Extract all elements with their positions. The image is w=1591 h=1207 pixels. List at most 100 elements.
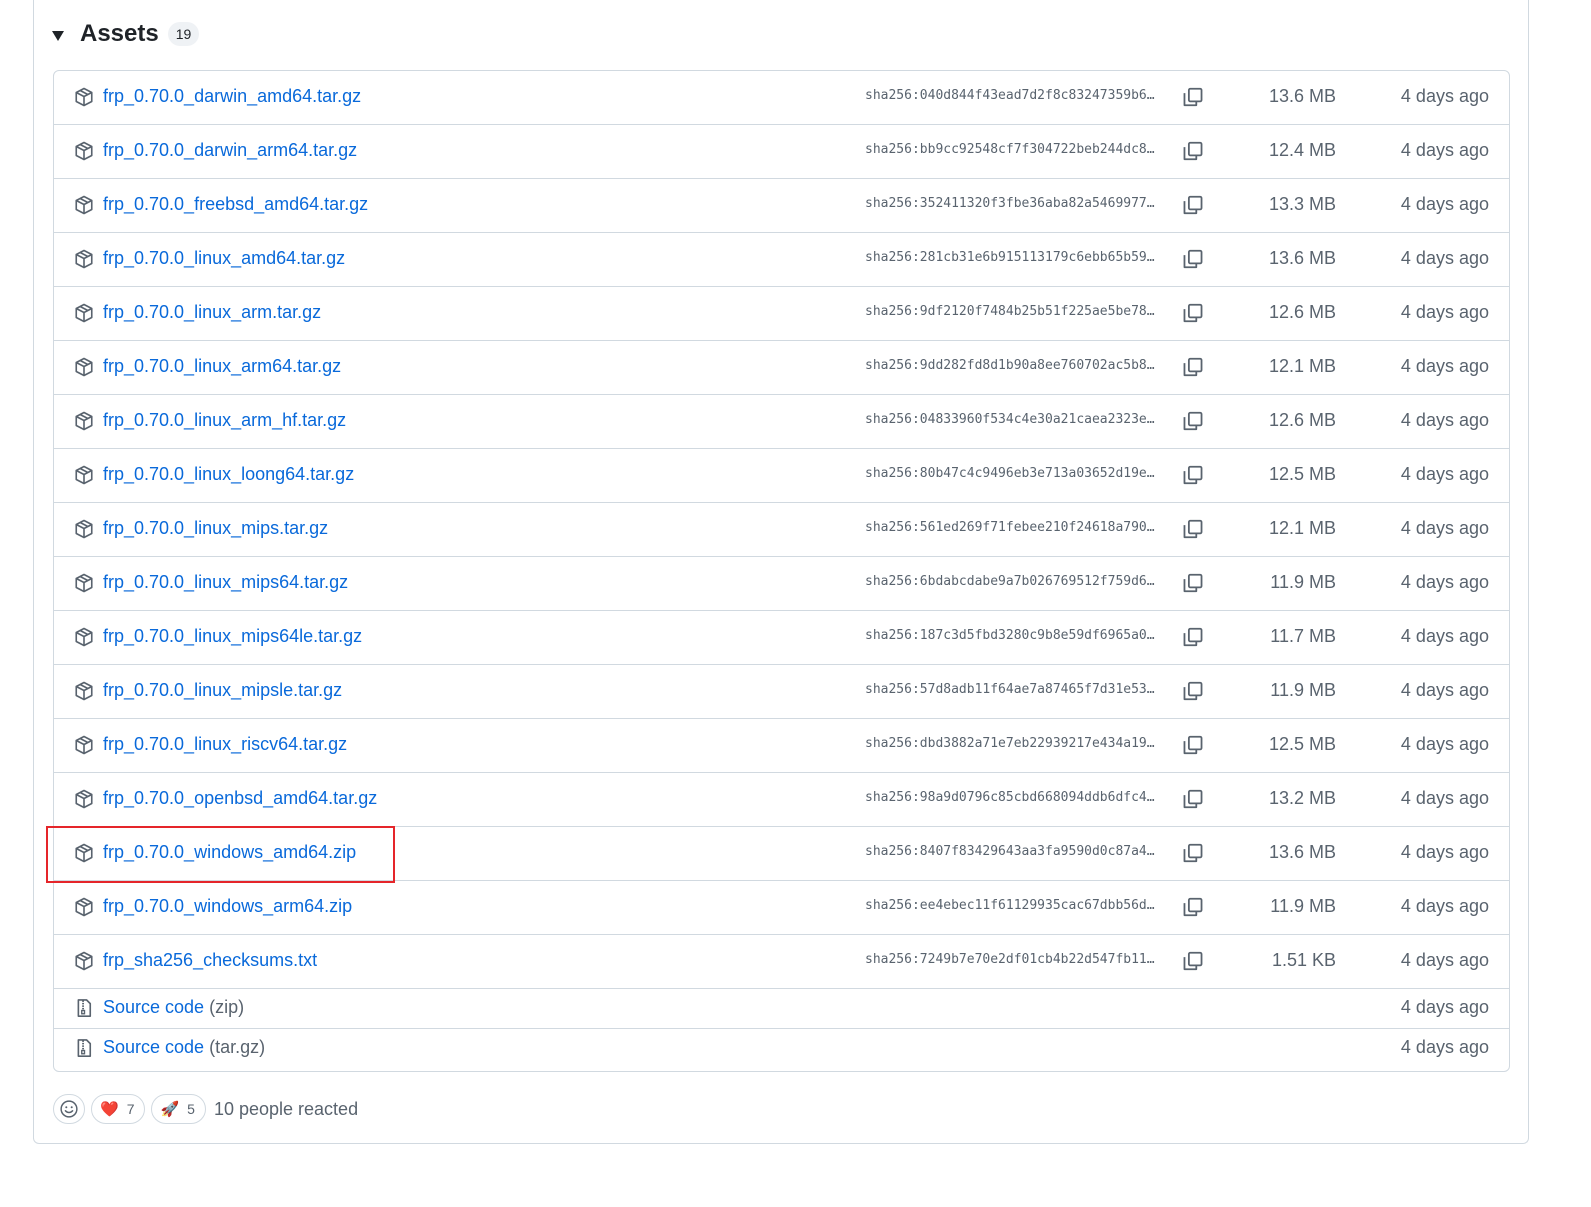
asset-date: 4 days ago	[1400, 518, 1489, 538]
copy-icon[interactable]	[1182, 626, 1204, 648]
copy-icon[interactable]	[1182, 896, 1204, 918]
asset-link[interactable]: frp_0.70.0_darwin_amd64.tar.gz	[103, 86, 361, 107]
heart-reaction-button[interactable]: ❤️ 7	[91, 1094, 146, 1124]
asset-link[interactable]: frp_0.70.0_freebsd_amd64.tar.gz	[103, 194, 368, 215]
asset-size: 11.9 MB	[1270, 680, 1336, 700]
package-icon	[74, 843, 94, 863]
copy-icon[interactable]	[1182, 302, 1204, 324]
rocket-reaction-button[interactable]: 🚀 5	[151, 1094, 206, 1124]
asset-row: frp_0.70.0_windows_arm64.zip sha256:ee4eb…	[54, 881, 1509, 935]
asset-date: 4 days ago	[1400, 302, 1489, 322]
assets-toggle[interactable]: Assets 19	[52, 18, 200, 50]
asset-size: 12.5 MB	[1268, 464, 1336, 484]
source-code-label: Source code	[103, 1037, 205, 1057]
asset-size: 12.6 MB	[1268, 302, 1336, 322]
asset-link[interactable]: frp_0.70.0_windows_amd64.zip	[103, 842, 356, 863]
asset-row: frp_0.70.0_linux_mips.tar.gz sha256:561ed…	[54, 503, 1509, 557]
asset-size: 1.51 KB	[1271, 950, 1336, 970]
copy-icon[interactable]	[1182, 464, 1204, 486]
asset-date: 4 days ago	[1400, 734, 1489, 754]
asset-date: 4 days ago	[1400, 626, 1489, 646]
asset-link[interactable]: frp_0.70.0_linux_mipsle.tar.gz	[103, 680, 342, 701]
asset-date: 4 days ago	[1400, 194, 1489, 214]
asset-row: frp_0.70.0_linux_arm.tar.gz sha256:9df212…	[54, 287, 1509, 341]
package-icon	[74, 789, 94, 809]
package-icon	[74, 519, 94, 539]
asset-date: 4 days ago	[1400, 464, 1489, 484]
asset-link[interactable]: frp_0.70.0_linux_arm.tar.gz	[103, 302, 321, 323]
assets-count-badge: 19	[167, 22, 200, 46]
asset-link[interactable]: frp_0.70.0_linux_amd64.tar.gz	[103, 248, 345, 269]
asset-sha256: sha256:352411320f3fbe36aba82a5469977…	[865, 196, 1155, 211]
source-code-format: (zip)	[209, 997, 245, 1017]
copy-icon[interactable]	[1182, 680, 1204, 702]
asset-sha256: sha256:281cb31e6b915113179c6ebb65b59…	[865, 250, 1155, 265]
asset-size: 11.9 MB	[1270, 896, 1336, 916]
asset-link[interactable]: frp_0.70.0_linux_mips.tar.gz	[103, 518, 328, 539]
asset-link[interactable]: frp_0.70.0_darwin_arm64.tar.gz	[103, 140, 357, 161]
asset-date: 4 days ago	[1400, 842, 1489, 862]
add-reaction-button[interactable]	[53, 1094, 85, 1124]
asset-link[interactable]: frp_0.70.0_linux_riscv64.tar.gz	[103, 734, 347, 755]
asset-link[interactable]: frp_sha256_checksums.txt	[103, 950, 317, 971]
asset-size: 12.1 MB	[1268, 356, 1336, 376]
package-icon	[74, 411, 94, 431]
asset-row: frp_0.70.0_linux_arm64.tar.gz sha256:9dd2…	[54, 341, 1509, 395]
asset-size: 11.9 MB	[1270, 572, 1336, 592]
asset-link[interactable]: frp_0.70.0_linux_arm_hf.tar.gz	[103, 410, 346, 431]
asset-row: frp_0.70.0_openbsd_amd64.tar.gz sha256:98…	[54, 773, 1509, 827]
package-icon	[74, 249, 94, 269]
asset-row: frp_0.70.0_linux_mips64le.tar.gz sha256:1…	[54, 611, 1509, 665]
asset-size: 13.3 MB	[1268, 194, 1336, 214]
asset-sha256: sha256:bb9cc92548cf7f304722beb244dc8…	[865, 142, 1155, 157]
package-icon	[74, 357, 94, 377]
asset-date: 4 days ago	[1400, 356, 1489, 376]
copy-icon[interactable]	[1182, 842, 1204, 864]
source-code-link[interactable]: Source code (zip)	[103, 997, 244, 1018]
asset-size: 12.5 MB	[1268, 734, 1336, 754]
copy-icon[interactable]	[1182, 86, 1204, 108]
asset-link[interactable]: frp_0.70.0_linux_loong64.tar.gz	[103, 464, 354, 485]
asset-size: 13.6 MB	[1268, 248, 1336, 268]
asset-date: 4 days ago	[1400, 997, 1489, 1017]
package-icon	[74, 195, 94, 215]
package-icon	[74, 897, 94, 917]
source-code-link[interactable]: Source code (tar.gz)	[103, 1037, 265, 1058]
asset-link[interactable]: frp_0.70.0_linux_arm64.tar.gz	[103, 356, 341, 377]
file-zip-icon	[74, 998, 94, 1018]
asset-sha256: sha256:dbd3882a71e7eb22939217e434a19…	[865, 736, 1155, 751]
copy-icon[interactable]	[1182, 950, 1204, 972]
asset-sha256: sha256:187c3d5fbd3280c9b8e59df6965a0…	[865, 628, 1155, 643]
asset-sha256: sha256:9dd282fd8d1b90a8ee760702ac5b8…	[865, 358, 1155, 373]
asset-link[interactable]: frp_0.70.0_windows_arm64.zip	[103, 896, 352, 917]
asset-size: 12.4 MB	[1268, 140, 1336, 160]
asset-sha256: sha256:040d844f43ead7d2f8c83247359b6…	[865, 88, 1155, 103]
copy-icon[interactable]	[1182, 410, 1204, 432]
triangle-down-icon	[52, 31, 64, 41]
asset-sha256: sha256:8407f83429643aa3fa9590d0c87a4…	[865, 844, 1155, 859]
copy-icon[interactable]	[1182, 572, 1204, 594]
assets-title: Assets	[80, 20, 159, 47]
copy-icon[interactable]	[1182, 734, 1204, 756]
heart-icon: ❤️	[100, 1101, 119, 1118]
asset-date: 4 days ago	[1400, 788, 1489, 808]
asset-row: frp_0.70.0_linux_mipsle.tar.gz sha256:57d…	[54, 665, 1509, 719]
asset-row: frp_0.70.0_freebsd_amd64.tar.gz sha256:35…	[54, 179, 1509, 233]
asset-link[interactable]: frp_0.70.0_openbsd_amd64.tar.gz	[103, 788, 377, 809]
copy-icon[interactable]	[1182, 194, 1204, 216]
heart-reaction-count: 7	[126, 1101, 135, 1117]
copy-icon[interactable]	[1182, 356, 1204, 378]
package-icon	[74, 681, 94, 701]
copy-icon[interactable]	[1182, 788, 1204, 810]
copy-icon[interactable]	[1182, 248, 1204, 270]
reactions-summary: 10 people reacted	[213, 1098, 359, 1119]
asset-row: frp_0.70.0_linux_loong64.tar.gz sha256:80…	[54, 449, 1509, 503]
copy-icon[interactable]	[1182, 140, 1204, 162]
asset-link[interactable]: frp_0.70.0_linux_mips64le.tar.gz	[103, 626, 362, 647]
asset-link[interactable]: frp_0.70.0_linux_mips64.tar.gz	[103, 572, 348, 593]
asset-sha256: sha256:57d8adb11f64ae7a87465f7d31e53…	[865, 682, 1155, 697]
asset-size: 13.6 MB	[1268, 86, 1336, 106]
source-code-row: Source code (tar.gz) 4 days ago	[54, 1029, 1509, 1069]
package-icon	[74, 951, 94, 971]
copy-icon[interactable]	[1182, 518, 1204, 540]
